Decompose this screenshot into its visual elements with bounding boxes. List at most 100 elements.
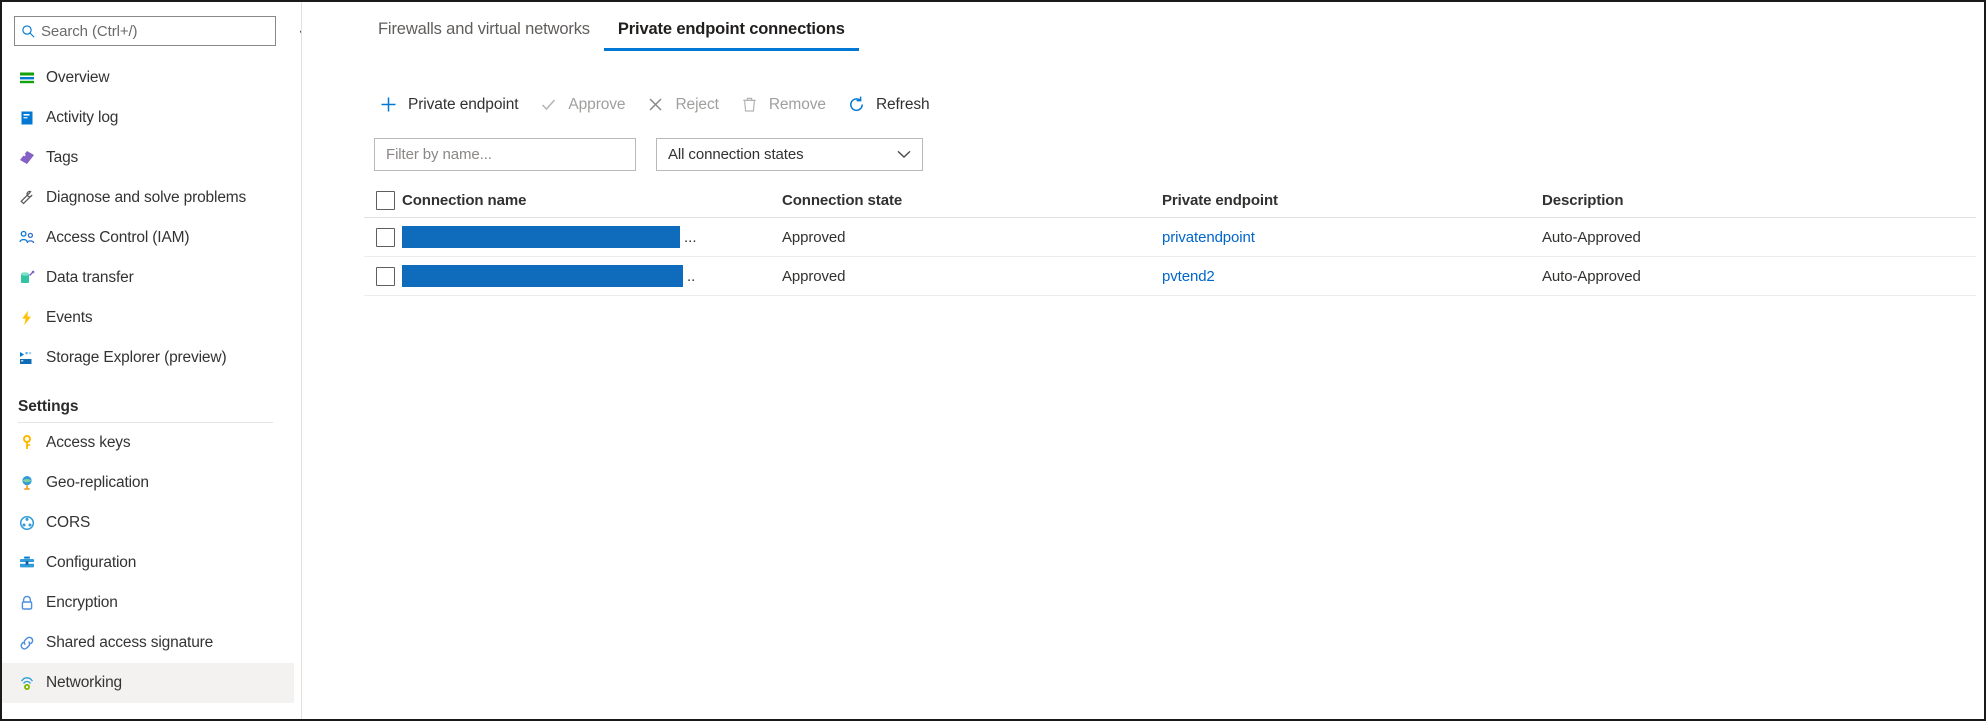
sidebar-item-geo-replication[interactable]: Geo-replication (2, 463, 294, 503)
search-input[interactable]: Search (Ctrl+/) (14, 16, 276, 46)
connection-state-select[interactable]: All connection states (656, 138, 923, 171)
column-header-private-endpoint[interactable]: Private endpoint (1162, 192, 1542, 209)
command-toolbar: Private endpoint Approve Reject Remove R… (374, 90, 946, 119)
tab-firewalls-and-virtual-networks[interactable]: Firewalls and virtual networks (364, 20, 604, 51)
sidebar-item-label: Access Control (IAM) (46, 229, 190, 246)
sidebar-item-label: Events (46, 309, 93, 326)
activity-log-icon (18, 107, 46, 129)
reject-button[interactable]: Reject (641, 90, 734, 119)
sidebar-item-label: Geo-replication (46, 474, 149, 491)
key-icon (18, 432, 46, 454)
cell-connection-state: Approved (782, 267, 846, 285)
tags-icon (18, 147, 46, 169)
row-select-cell (364, 266, 402, 286)
sidebar-item-label: Networking (46, 674, 123, 691)
search-icon (15, 17, 41, 45)
select-all-cell (364, 191, 402, 210)
toolbar-label: Private endpoint (408, 95, 519, 113)
sidebar-item-encryption[interactable]: Encryption (2, 583, 294, 623)
sidebar-item-events[interactable]: Events (2, 298, 294, 338)
sidebar-item-label: Encryption (46, 594, 118, 611)
cell-connection-state: Approved (782, 228, 846, 246)
main-content: Firewalls and virtual networks Private e… (324, 2, 1984, 719)
sidebar-item-configuration[interactable]: Configuration (2, 543, 294, 583)
row-checkbox[interactable] (376, 227, 395, 247)
connection-name-truncation: .. (687, 267, 696, 285)
sidebar-item-tags[interactable]: Tags (2, 138, 294, 178)
connection-state-value: All connection states (668, 146, 804, 163)
column-header-description[interactable]: Description (1542, 192, 1976, 209)
events-icon (18, 307, 46, 329)
approve-button[interactable]: Approve (534, 90, 641, 119)
toolbar-label: Approve (568, 95, 626, 113)
access-control-icon (18, 227, 46, 249)
toolbar-label: Remove (768, 95, 826, 113)
sidebar-item-access-keys[interactable]: Access keys (2, 423, 294, 463)
sidebar-item-label: Configuration (46, 554, 137, 571)
column-header-connection-state[interactable]: Connection state (782, 192, 1162, 209)
diagnose-icon (18, 187, 46, 209)
tab-private-endpoint-connections[interactable]: Private endpoint connections (603, 20, 859, 51)
tab-bar: Firewalls and virtual networks Private e… (364, 20, 859, 51)
refresh-icon (846, 94, 867, 115)
toolbar-label: Reject (675, 95, 719, 113)
lock-icon (18, 592, 46, 614)
sidebar-item-diagnose-and-solve-problems[interactable]: Diagnose and solve problems (2, 178, 294, 218)
toolbox-icon (18, 552, 46, 574)
refresh-button[interactable]: Refresh (842, 90, 946, 119)
tab-label: Firewalls and virtual networks (378, 20, 590, 38)
sidebar-item-access-control[interactable]: Access Control (IAM) (2, 218, 294, 258)
filter-by-name-input[interactable]: Filter by name... (374, 138, 636, 171)
sidebar-item-networking[interactable]: Networking (2, 663, 294, 703)
link-icon (18, 632, 46, 654)
toolbar-label: Refresh (875, 95, 930, 113)
sidebar-section-settings-title: Settings (18, 398, 79, 415)
sidebar-nav: Overview Activity log Tags Diagnose and … (2, 58, 294, 703)
cell-private-endpoint-link[interactable]: pvtend2 (1162, 268, 1542, 285)
sidebar-item-data-transfer[interactable]: Data transfer (2, 258, 294, 298)
check-icon (538, 94, 559, 115)
sidebar-item-label: Activity log (46, 109, 119, 126)
connection-name-truncation: ... (684, 228, 697, 246)
sidebar-item-cors[interactable]: CORS (2, 503, 294, 543)
sidebar-item-label: Shared access signature (46, 634, 214, 651)
sidebar: Search (Ctrl+/) « Overview (2, 2, 302, 719)
private-endpoint-connections-table: Connection name Connection state Private… (364, 184, 1976, 296)
networking-icon (18, 672, 46, 694)
table-row[interactable]: .. Approved pvtend2 Auto-Approved (364, 257, 1976, 296)
sidebar-item-label: Access keys (46, 434, 131, 451)
sidebar-item-label: Storage Explorer (preview) (46, 349, 227, 366)
sidebar-item-label: CORS (46, 514, 91, 531)
filter-by-name-placeholder: Filter by name... (386, 146, 492, 163)
collapse-sidebar-button[interactable]: « (292, 20, 301, 42)
row-checkbox[interactable] (376, 266, 395, 286)
cell-private-endpoint-link[interactable]: privatendpoint (1162, 229, 1542, 246)
private-endpoint-button[interactable]: Private endpoint (374, 90, 534, 119)
search-placeholder: Search (Ctrl+/) (41, 22, 138, 40)
cell-description: Auto-Approved (1542, 267, 1641, 285)
search-container: Search (Ctrl+/) (14, 16, 276, 46)
sidebar-item-label: Data transfer (46, 269, 134, 286)
sidebar-item-activity-log[interactable]: Activity log (2, 98, 294, 138)
sidebar-item-label: Diagnose and solve problems (46, 189, 247, 206)
plus-icon (378, 94, 399, 115)
table-header-row: Connection name Connection state Private… (364, 184, 1976, 218)
globe-icon (18, 472, 46, 494)
sidebar-item-storage-explorer[interactable]: Storage Explorer (preview) (2, 338, 294, 378)
remove-button[interactable]: Remove (735, 90, 842, 119)
cell-connection-name: ... (402, 226, 782, 248)
cell-connection-name: .. (402, 265, 782, 287)
select-all-checkbox[interactable] (376, 191, 395, 210)
sidebar-item-label: Overview (46, 69, 110, 86)
table-row[interactable]: ... Approved privatendpoint Auto-Approve… (364, 218, 1976, 257)
sidebar-item-label: Tags (46, 149, 79, 166)
row-select-cell (364, 227, 402, 247)
sidebar-item-shared-access-signature[interactable]: Shared access signature (2, 623, 294, 663)
data-transfer-icon (18, 267, 46, 289)
x-icon (645, 94, 666, 115)
overview-icon (18, 67, 46, 89)
sidebar-item-overview[interactable]: Overview (2, 58, 294, 98)
column-header-connection-name[interactable]: Connection name (402, 192, 782, 209)
tab-label: Private endpoint connections (617, 20, 845, 38)
trash-icon (739, 94, 760, 115)
